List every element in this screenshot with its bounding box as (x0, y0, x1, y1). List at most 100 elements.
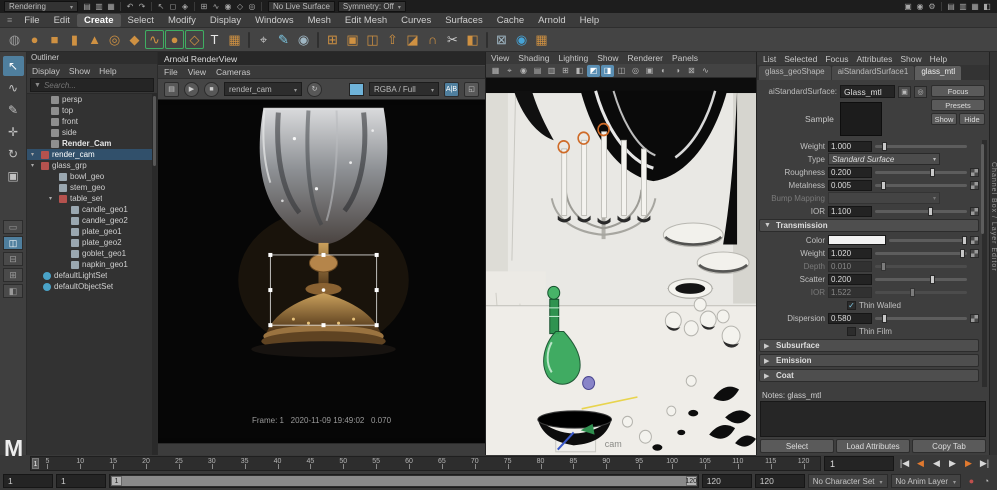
attribute-value-field[interactable]: 0.580 (828, 312, 872, 324)
xray-icon[interactable]: ◨ (601, 64, 614, 77)
poly-cube-icon[interactable]: ■ (45, 30, 64, 49)
bevel-icon[interactable]: ◪ (403, 30, 422, 49)
attribute-checkbox[interactable] (847, 326, 856, 336)
texture-map-button[interactable] (970, 235, 979, 245)
select-by-object-icon[interactable]: ◻ (167, 1, 179, 12)
section-arrow-icon[interactable] (764, 357, 773, 365)
layout-two-pane[interactable]: ◫ (3, 236, 23, 250)
construction-plane-icon[interactable]: ▦ (225, 30, 244, 49)
attribute-editor-tab[interactable]: glass_geoShape (759, 66, 831, 80)
animation-end-field[interactable]: 120 (754, 474, 805, 488)
attribute-dropdown[interactable]: Standard Surface (828, 153, 940, 165)
menu-item[interactable]: Select (121, 14, 161, 27)
playback-range[interactable]: 1 120 (111, 476, 697, 486)
save-scene-icon[interactable]: ▦ (105, 1, 117, 12)
anim-layer-selector[interactable]: No Anim Layer (890, 474, 961, 488)
node-name-field[interactable]: Glass_mtl (840, 85, 895, 98)
outliner-item[interactable]: defaultLightSet (27, 270, 157, 281)
attribute-checkbox[interactable] (847, 300, 856, 310)
mirror-icon[interactable]: ◧ (463, 30, 482, 49)
poly-cylinder-icon[interactable]: ▮ (65, 30, 84, 49)
snap-to-plane-icon[interactable]: ◇ (234, 1, 246, 12)
play-forward-button[interactable]: ▶ (945, 456, 960, 471)
play-backwards-button[interactable]: ◀ (929, 456, 944, 471)
attribute-editor-menu-item[interactable]: Focus (825, 54, 848, 64)
snap-to-point-icon[interactable]: ◉ (222, 1, 234, 12)
viewport-scene[interactable]: cam (486, 78, 756, 455)
outliner-item[interactable]: front (27, 116, 157, 127)
attribute-value-field[interactable]: 1.020 (828, 247, 872, 259)
menu-grip-icon[interactable]: ≡ (7, 15, 12, 25)
select-by-hierarchy-icon[interactable]: ↖ (155, 1, 167, 12)
poly-plane-icon[interactable]: ◆ (125, 30, 144, 49)
motion-blur-icon[interactable]: ∿ (699, 65, 712, 77)
outliner-menu-item[interactable]: Show (69, 66, 90, 76)
camera-selector[interactable]: render_cam (224, 82, 302, 96)
attribute-slider[interactable] (875, 313, 967, 323)
layout-outliner-persp[interactable]: ◧ (3, 284, 23, 298)
oneclick-sync-icon[interactable]: ◧ (573, 65, 586, 77)
hypershade-icon[interactable]: ◉ (512, 30, 531, 49)
scrollbar-thumb[interactable] (981, 144, 984, 234)
textured-icon[interactable]: ▣ (643, 65, 656, 77)
lighting-icon[interactable]: ◐ (657, 65, 670, 77)
start-ipr-button[interactable]: ▶ (184, 81, 199, 97)
hide-button[interactable]: Hide (959, 113, 985, 125)
symmetry-field[interactable]: Symmetry: Off (337, 1, 406, 12)
render-current-frame-icon[interactable]: ▣ (902, 1, 914, 12)
range-slider[interactable]: 1 120 (109, 474, 699, 488)
booleans-icon[interactable]: ⊞ (323, 30, 342, 49)
type-tool-icon[interactable]: T (205, 30, 224, 49)
slider-handle[interactable] (880, 180, 886, 190)
step-back-key-button[interactable]: ◀ (913, 456, 928, 471)
display-channel-selector[interactable]: RGBA / Full (369, 82, 439, 96)
time-ruler[interactable]: 1 5 10 15 20 25 30 35 40 45 50 55 60 65 70 75 80 85 90 95 1… (30, 456, 821, 471)
outliner-item[interactable]: candle_geo1 (27, 204, 157, 215)
select-by-component-icon[interactable]: ◈ (179, 1, 191, 12)
auto-keyframe-icon[interactable]: ● (964, 474, 979, 488)
menu-item[interactable]: Edit (47, 14, 77, 27)
expand-arrow-icon[interactable] (31, 151, 38, 158)
snap-to-curve-icon[interactable]: ∿ (210, 1, 222, 12)
attribute-slider[interactable] (875, 248, 967, 258)
open-scene-icon[interactable]: ▥ (93, 1, 105, 12)
slider-handle[interactable] (882, 313, 888, 323)
menu-item[interactable]: Create (76, 13, 121, 27)
outliner-item[interactable]: glass_grp (27, 160, 157, 171)
ipr-render-icon[interactable]: ◉ (914, 1, 926, 12)
outliner-item[interactable]: goblet_geo1 (27, 248, 157, 259)
pin-icon[interactable]: ◎ (914, 85, 927, 98)
tool-settings-toggle-icon[interactable]: ◧ (981, 1, 993, 12)
wireframe-on-shaded-icon[interactable]: ◫ (615, 65, 628, 77)
go-to-end-button[interactable]: ▶| (977, 456, 992, 471)
right-sidebar-strip[interactable]: Channel Box / Layer Editor (989, 52, 997, 455)
slider-handle[interactable] (882, 141, 888, 151)
focus-icon[interactable]: ▣ (898, 85, 911, 98)
menu-item[interactable]: File (17, 14, 46, 27)
attribute-slider[interactable] (875, 261, 967, 271)
attribute-value-field[interactable]: 1.100 (828, 205, 872, 217)
texture-map-button[interactable] (970, 167, 979, 177)
layout-two-stacked[interactable]: ⊟ (3, 252, 23, 266)
menu-item[interactable]: Mesh (301, 14, 338, 27)
menu-item[interactable]: Surfaces (438, 14, 490, 27)
attribute-editor-menu-item[interactable]: Attributes (856, 54, 892, 64)
attribute-slider[interactable] (889, 235, 967, 245)
render-image-area[interactable]: Frame: 1 2020-11-09 19:49:02 0.070 (158, 100, 485, 443)
viewport-menu-item[interactable]: Lighting (558, 53, 588, 63)
shelf-tab-icon[interactable]: ◍ (5, 30, 24, 49)
outliner-item[interactable]: napkin_geo1 (27, 259, 157, 270)
undo-icon[interactable]: ↶ (124, 1, 136, 12)
range-start-handle[interactable]: 1 (111, 476, 122, 486)
notes-area[interactable] (760, 401, 986, 437)
slider-handle[interactable] (909, 287, 915, 297)
render-view-menu-item[interactable]: Cameras (216, 67, 250, 77)
multi-cut-icon[interactable]: ✂ (443, 30, 462, 49)
combine-icon[interactable]: ▣ (343, 30, 362, 49)
ab-compare-button[interactable]: A|B (444, 81, 459, 97)
new-scene-icon[interactable]: ▤ (81, 1, 93, 12)
attribute-slider[interactable] (875, 167, 967, 177)
channel-box-vertical-tab[interactable]: Channel Box / Layer Editor (990, 162, 997, 272)
sculpt-tool-icon[interactable]: ◉ (294, 30, 313, 49)
screen-space-ao-icon[interactable]: ⊠ (685, 65, 698, 77)
